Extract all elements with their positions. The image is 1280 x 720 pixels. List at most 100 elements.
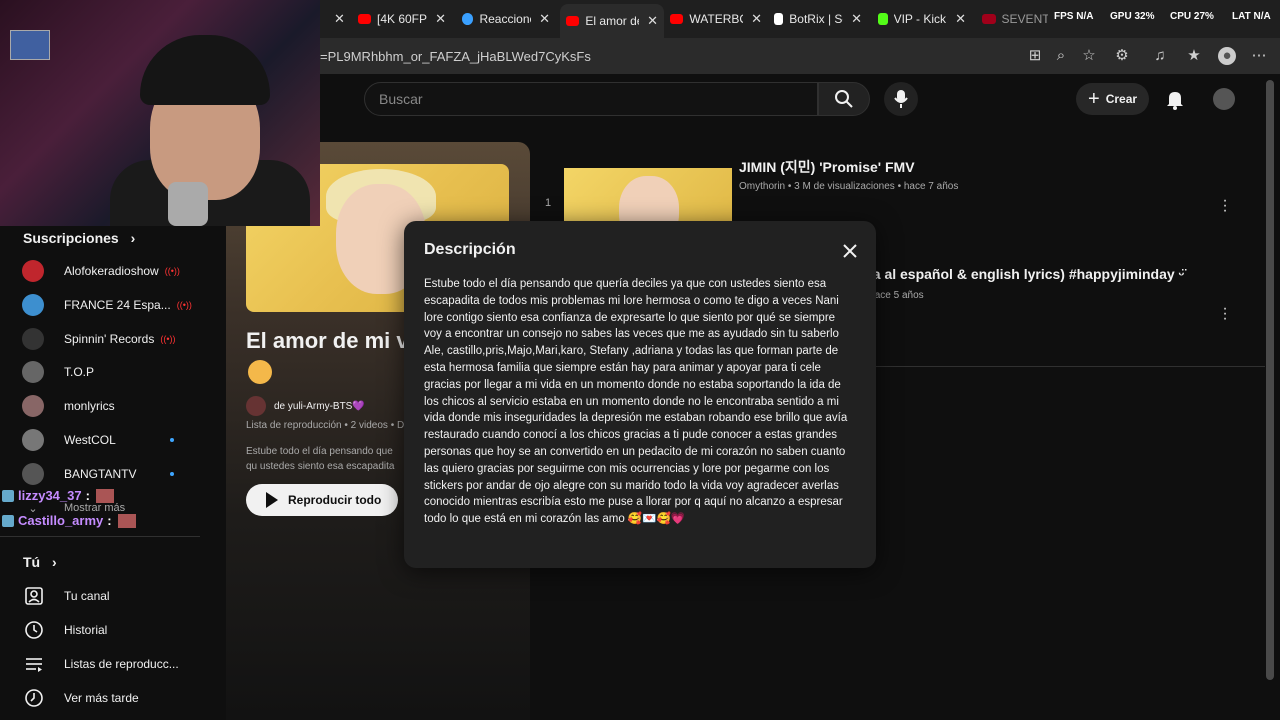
video-title[interactable]: ucida al español & english lyrics) #happ…: [844, 266, 1184, 282]
close-icon[interactable]: ✕: [851, 11, 862, 27]
channel-name: Alofokeradioshow: [64, 264, 159, 278]
live-icon: ((•)): [164, 266, 180, 276]
browser-tab[interactable]: BotRix | Sc ✕: [768, 6, 868, 32]
sidebar: Suscripciones › Alofokeradioshow ((•)) F…: [0, 226, 226, 720]
subscriptions-label: Suscripciones: [23, 230, 119, 246]
sidebar-item-label: Ver más tarde: [64, 691, 139, 705]
search-placeholder: Buscar: [379, 91, 423, 107]
youtube-icon: [566, 16, 580, 26]
subscription-item[interactable]: FRANCE 24 Espa... ((•)): [22, 291, 212, 319]
you-label: Tú: [23, 554, 41, 570]
video-title[interactable]: JIMIN (지민) 'Promise' FMV: [739, 157, 915, 177]
app-install-icon[interactable]: ⊞: [1026, 47, 1044, 65]
close-icon[interactable]: ✕: [647, 13, 658, 29]
close-button[interactable]: [840, 241, 860, 261]
history-icon: [22, 618, 46, 642]
browser-tab[interactable]: SEVENTEE: [976, 6, 1054, 32]
close-icon[interactable]: ✕: [334, 11, 345, 27]
media-icon[interactable]: ♫: [1151, 47, 1169, 65]
bell-icon[interactable]: [1164, 88, 1186, 110]
user-avatar[interactable]: [1213, 88, 1235, 110]
extensions-icon[interactable]: ⚙: [1113, 47, 1131, 65]
play-icon: [266, 492, 278, 508]
live-icon: ((•)): [160, 334, 176, 344]
smiling-face-emoji-icon: [248, 360, 272, 384]
channel-avatar: [22, 463, 44, 485]
create-button[interactable]: + Crear: [1076, 83, 1150, 115]
chat-message: lizzy34_37 :: [2, 488, 114, 503]
sidebar-item-playlists[interactable]: Listas de reproducc...: [22, 650, 179, 678]
favorites-icon[interactable]: ★: [1185, 47, 1203, 65]
subscription-item[interactable]: monlyrics: [22, 392, 212, 420]
dialog-title: Descripción: [424, 241, 516, 258]
close-icon[interactable]: ✕: [751, 11, 762, 27]
profile-icon[interactable]: ●: [1218, 47, 1236, 65]
browser-tab[interactable]: Reacciones ✕: [456, 6, 556, 32]
search-button[interactable]: [818, 82, 870, 116]
chat-separator: :: [85, 488, 90, 503]
subscription-item[interactable]: Alofokeradioshow ((•)): [22, 257, 212, 285]
channel-name: T.O.P: [64, 365, 95, 379]
more-vert-icon[interactable]: · · ·: [1222, 193, 1228, 219]
favorite-star-icon[interactable]: ☆: [1080, 47, 1098, 65]
channel-name: BANGTANTV: [64, 467, 137, 481]
video-meta: Omythorin • 3 M de visualizaciones • hac…: [739, 181, 959, 192]
channel-avatar: [22, 328, 44, 350]
webcam-person-cap: [140, 35, 270, 105]
sidebar-item-label: Historial: [64, 623, 108, 637]
you-heading[interactable]: Tú ›: [23, 554, 57, 570]
playlists-icon: [22, 652, 46, 676]
tab-label: WATERBO: [689, 12, 744, 26]
close-icon[interactable]: ✕: [435, 11, 446, 27]
chat-emote-icon: [95, 488, 114, 503]
url-field[interactable]: =PL9MRhbhm_or_FAFZA_jHaBLWed7CyKsFs: [320, 49, 591, 64]
voice-search-button[interactable]: [884, 82, 918, 116]
more-menu-icon[interactable]: ⋯: [1250, 47, 1268, 65]
author-avatar: [246, 396, 266, 416]
subscription-item[interactable]: BANGTANTV: [22, 460, 212, 488]
tab-close-partial[interactable]: ✕: [320, 6, 351, 32]
youtube-icon: [358, 14, 371, 24]
play-all-button[interactable]: Reproducir todo: [246, 484, 398, 516]
subscription-item[interactable]: WestCOL: [22, 426, 212, 454]
subscriptions-heading[interactable]: Suscripciones ›: [23, 230, 135, 246]
divider: [0, 536, 200, 537]
tab-label: Reacciones: [479, 12, 531, 26]
video-index: 1: [545, 197, 552, 209]
chat-separator: :: [107, 513, 112, 528]
sidebar-item-history[interactable]: Historial: [22, 616, 107, 644]
page-scrollbar[interactable]: [1266, 80, 1274, 680]
gpu-stat: GPU 32%: [1110, 11, 1155, 22]
channel-name: Spinnin' Records: [64, 332, 155, 346]
wall-picture: [10, 30, 50, 60]
chevron-right-icon: ›: [130, 230, 136, 246]
chat-username: Castillo_army: [18, 513, 104, 528]
playlist-description-preview[interactable]: Estube todo el día pensando que qu usted…: [246, 444, 406, 474]
sidebar-item-your-channel[interactable]: Tu canal: [22, 582, 110, 610]
playlist-title: El amor de mi vida: [246, 328, 426, 353]
sidebar-item-label: Tu canal: [64, 589, 110, 603]
zoom-icon[interactable]: ⌕: [1052, 47, 1070, 65]
chat-badge-icon: [2, 514, 14, 527]
chat-badge-icon: [2, 489, 14, 502]
search-input[interactable]: Buscar: [364, 82, 818, 116]
close-icon[interactable]: ✕: [539, 11, 550, 27]
botrix-icon: [774, 13, 784, 25]
browser-tab[interactable]: VIP - Kick ✕: [872, 6, 972, 32]
more-vert-icon[interactable]: · · ·: [1222, 301, 1228, 327]
subscription-item[interactable]: T.O.P: [22, 358, 212, 386]
streamer-webcam: [0, 0, 320, 226]
subscription-item[interactable]: Spinnin' Records ((•)): [22, 325, 212, 353]
browser-tab[interactable]: WATERBO ✕: [664, 6, 768, 32]
sidebar-item-watch-later[interactable]: Ver más tarde: [22, 684, 139, 712]
create-label: Crear: [1105, 92, 1138, 106]
search-icon: [835, 90, 853, 108]
chevron-right-icon: ›: [52, 554, 57, 570]
channel-name: FRANCE 24 Espa...: [64, 298, 171, 312]
browser-tab[interactable]: [4K 60FPS] ✕: [352, 6, 452, 32]
close-icon[interactable]: ✕: [955, 11, 966, 27]
browser-tab-active[interactable]: El amor de ✕: [560, 4, 664, 38]
playlist-author[interactable]: de yuli-Army-BTS💜: [246, 396, 365, 416]
tab-label: BotRix | Sc: [789, 12, 844, 26]
tab-label: El amor de: [585, 14, 640, 28]
